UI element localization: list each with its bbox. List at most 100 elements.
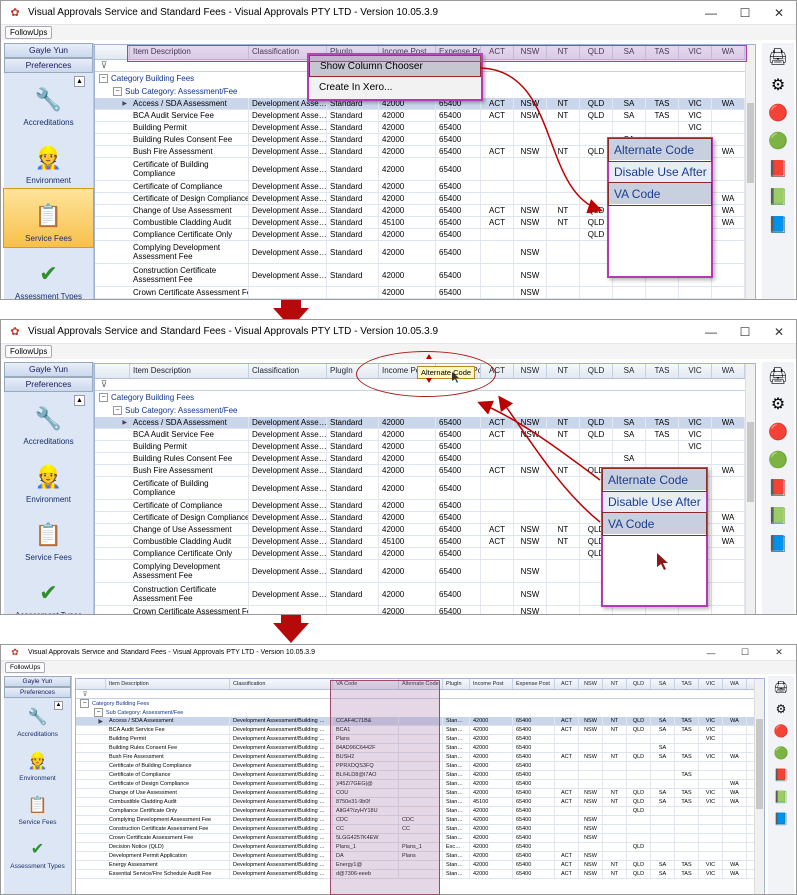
chooser-alternate-code[interactable]: Alternate Code [602,468,707,492]
scrollbar-thumb[interactable] [747,422,754,502]
delete-doc-icon[interactable]: 📕 [772,767,790,783]
close-button[interactable]: ✕ [762,6,796,20]
add-doc-icon[interactable]: 📘 [766,533,790,555]
user-header[interactable]: Gayle Yun [4,362,93,377]
column-header-st-tas[interactable]: TAS [646,364,679,378]
nav-item-environment[interactable]: 👷 Environment [4,131,93,189]
chooser-va-code[interactable]: VA Code [602,512,707,536]
edit-doc-icon[interactable]: 📗 [766,505,790,527]
user-header[interactable]: Gayle Yun [4,676,71,687]
nav-item-accreditations[interactable]: 🔧 Accreditations [4,73,93,131]
green-pin-icon[interactable]: 🟢 [772,745,790,761]
nav-item-assessment-types[interactable]: ✔ Assessment Types [4,247,93,299]
settings-icon[interactable]: ⚙ [772,701,790,717]
nav-item-environment[interactable]: 👷 Environment [4,450,93,508]
table-row[interactable]: Building Rules Consent Fee Development As… [95,453,755,465]
maximize-button[interactable]: ☐ [728,6,762,20]
minimize-button[interactable]: — [694,325,728,339]
preferences-header[interactable]: Preferences [4,58,93,73]
column-header-st-tas[interactable]: TAS [675,679,699,689]
expand-icon[interactable]: − [99,74,108,83]
column-header-st-nsw[interactable]: NSW [579,679,603,689]
chooser-alternate-code[interactable]: Alternate Code [608,138,712,162]
table-row[interactable]: ▶ Access / SDA Assessment Development Asse… [95,417,755,429]
column-header-st-sa[interactable]: SA [651,679,675,689]
table-row[interactable]: BCA Audit Service Fee Development Asse… St… [95,110,755,122]
minimize-button[interactable]: — [694,648,728,658]
column-header-st-nt[interactable]: NT [547,364,580,378]
expand-icon[interactable]: − [113,406,122,415]
followups-button[interactable]: FollowUps [5,26,53,39]
scrollbar-thumb[interactable] [756,719,763,809]
preferences-header[interactable]: Preferences [4,377,93,392]
vertical-scrollbar[interactable] [745,364,755,614]
column-header-st-nsw[interactable]: NSW [514,364,547,378]
filter-icon[interactable]: ⊽ [76,690,94,698]
column-header-indent[interactable] [95,364,130,378]
nav-item-service-fees[interactable]: 📋 Service Fees [4,508,93,566]
table-row[interactable]: BCA Audit Service Fee Development Asse… St… [95,429,755,441]
delete-doc-icon[interactable]: 📕 [766,477,790,499]
column-header-st-wa[interactable]: WA [723,679,747,689]
green-pin-icon[interactable]: 🟢 [766,449,790,471]
column-header-st-wa[interactable]: WA [712,364,745,378]
maximize-button[interactable]: ☐ [728,325,762,339]
column-header-indent[interactable] [76,679,106,689]
column-header-st-qld[interactable]: QLD [627,679,651,689]
column-header-desc[interactable]: Item Description [106,679,230,689]
scrollbar-thumb[interactable] [747,103,754,183]
followups-button[interactable]: FollowUps [5,345,53,358]
followups-button[interactable]: FollowUps [5,662,46,673]
column-header-desc[interactable]: Item Description [130,364,249,378]
settings-icon[interactable]: ⚙ [766,74,790,96]
column-header-income[interactable]: Income Post [470,679,513,689]
column-header-indent[interactable] [95,45,130,59]
column-header-plugin[interactable]: PlugIn [443,679,470,689]
table-row[interactable]: Crown Certificate Assessment Fee 42000 654… [95,606,755,614]
green-pin-icon[interactable]: 🟢 [766,130,790,152]
nav-item-assessment-types[interactable]: ✔ Assessment Types [4,830,71,874]
print-icon[interactable]: 🖨 [766,46,790,68]
print-icon[interactable]: 🖨 [766,365,790,387]
add-doc-icon[interactable]: 📘 [766,214,790,236]
print-icon[interactable]: 🖨 [772,679,790,695]
table-row[interactable]: Building Permit Development Asse… Standard… [95,122,755,134]
delete-doc-icon[interactable]: 📕 [766,158,790,180]
nav-item-service-fees[interactable]: 📋 Service Fees [3,188,94,248]
nav-item-environment[interactable]: 👷 Environment [4,742,71,786]
column-header-st-vic[interactable]: VIC [699,679,723,689]
column-header-st-vic[interactable]: VIC [679,364,712,378]
nav-item-accreditations[interactable]: 🔧 Accreditations [4,698,71,742]
chooser-disable-use-after[interactable]: Disable Use After [609,161,711,183]
table-row[interactable]: Decision Notice (QLD) 4200065400 QLD [95,299,755,300]
close-button[interactable]: ✕ [762,647,796,658]
expand-icon[interactable]: − [94,708,103,717]
expand-icon[interactable]: − [113,87,122,96]
column-header-cls[interactable]: Classification [249,364,327,378]
subcategory-row[interactable]: − Sub Category: Assessment/Fee [95,404,755,417]
nav-item-accreditations[interactable]: 🔧 Accreditations [4,392,93,450]
expand-icon[interactable]: − [99,393,108,402]
column-header-st-qld[interactable]: QLD [580,364,613,378]
preferences-header[interactable]: Preferences [4,687,71,698]
close-button[interactable]: ✕ [762,325,796,339]
edit-doc-icon[interactable]: 📗 [766,186,790,208]
chooser-disable-use-after[interactable]: Disable Use After [603,491,706,513]
create-in-xero-item[interactable]: Create In Xero... [309,77,481,99]
column-header-cls[interactable]: Classification [230,679,333,689]
column-header-expense[interactable]: Expense Post [513,679,555,689]
nav-item-service-fees[interactable]: 📋 Service Fees [4,786,71,830]
red-pin-icon[interactable]: 🔴 [772,723,790,739]
maximize-button[interactable]: ☐ [728,647,762,658]
table-row[interactable]: Building Permit Development Asse… Standard… [95,441,755,453]
red-pin-icon[interactable]: 🔴 [766,421,790,443]
vertical-scrollbar[interactable] [754,679,764,894]
column-header-st-sa[interactable]: SA [613,364,646,378]
vertical-scrollbar[interactable] [745,45,755,299]
filter-icon[interactable]: ⊽ [95,60,113,71]
column-header-st-act[interactable]: ACT [555,679,579,689]
filter-icon[interactable]: ⊽ [95,379,113,390]
user-header[interactable]: Gayle Yun [4,43,93,58]
edit-doc-icon[interactable]: 📗 [772,789,790,805]
add-doc-icon[interactable]: 📘 [772,811,790,827]
